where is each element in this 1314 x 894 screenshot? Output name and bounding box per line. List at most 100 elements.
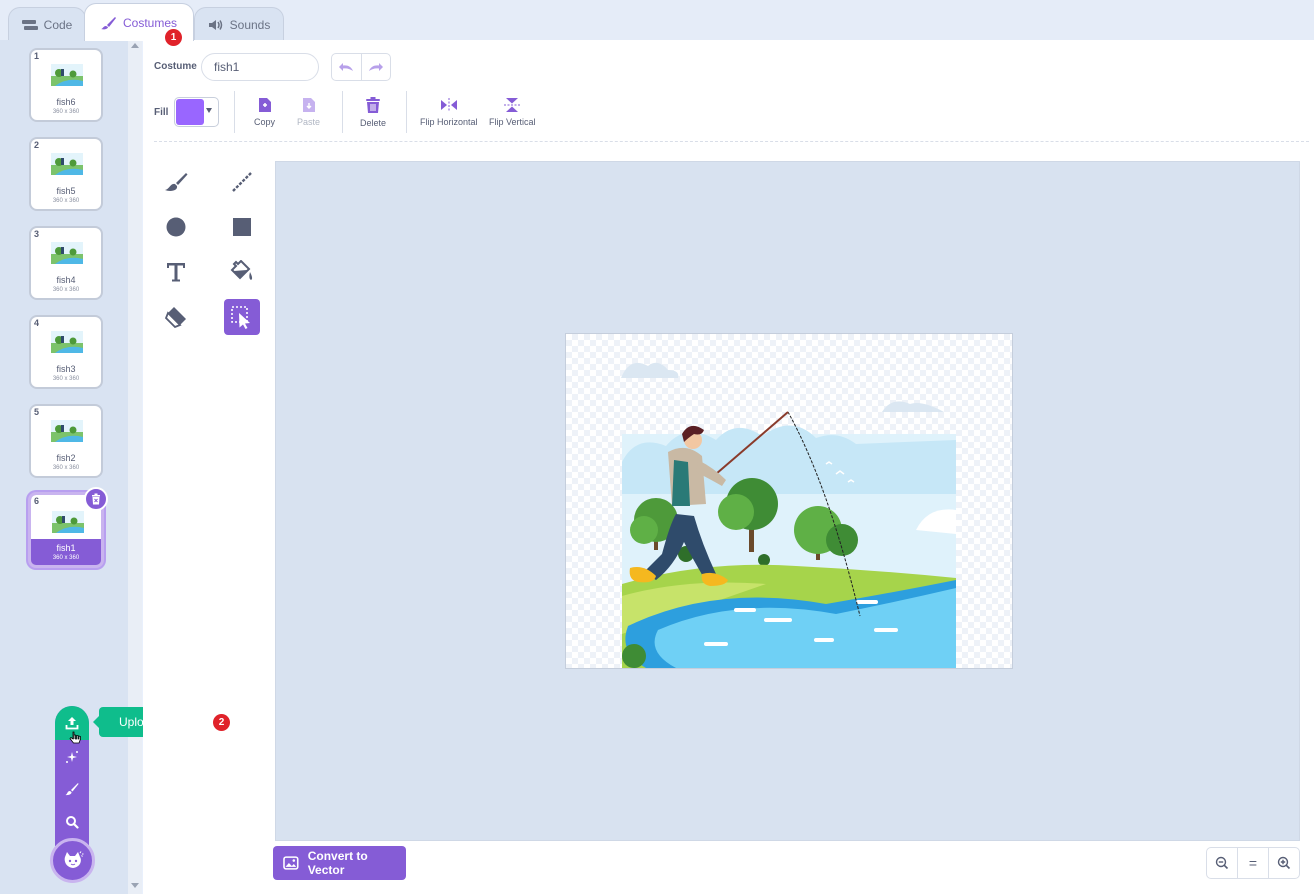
flip-horizontal-icon bbox=[440, 98, 457, 112]
flip-horizontal-label: Flip Horizontal bbox=[420, 117, 478, 127]
costume-item-1[interactable]: 1 fish6 360 x 360 bbox=[29, 48, 103, 122]
costume-name-input[interactable]: fish1 bbox=[201, 53, 319, 81]
undo-icon bbox=[339, 63, 354, 71]
redo-button[interactable] bbox=[360, 54, 391, 80]
convert-to-vector-label: Convert to Vector bbox=[307, 849, 368, 877]
costume-name: fish2 bbox=[56, 453, 76, 463]
costume-thumbnail bbox=[51, 242, 83, 264]
costume-name: fish3 bbox=[56, 364, 76, 374]
zoom-in-icon bbox=[1277, 856, 1291, 870]
costume-item-3[interactable]: 3 fish4 360 x 360 bbox=[29, 226, 103, 300]
undo-button[interactable] bbox=[332, 54, 361, 80]
costume-name: fish6 bbox=[56, 97, 76, 107]
paint-icon bbox=[65, 783, 79, 796]
fill-color-swatch bbox=[176, 99, 204, 125]
rectangle-icon bbox=[233, 218, 251, 236]
zoom-reset-button[interactable]: = bbox=[1237, 848, 1268, 878]
eraser-tool[interactable] bbox=[158, 299, 194, 335]
flip-vertical-button[interactable]: Flip Vertical bbox=[489, 97, 536, 127]
trash-icon bbox=[366, 97, 380, 113]
costume-number: 4 bbox=[34, 318, 40, 328]
chevron-down-icon bbox=[206, 108, 212, 113]
text-icon bbox=[167, 263, 185, 282]
costume-number: 5 bbox=[34, 407, 40, 417]
costume-thumbnail bbox=[52, 511, 84, 533]
choose-costume-button[interactable] bbox=[55, 807, 89, 837]
undo-redo-group bbox=[331, 53, 391, 81]
zoom-out-button[interactable] bbox=[1207, 848, 1237, 878]
costume-artboard[interactable] bbox=[565, 333, 1013, 669]
costume-list-scrollbar[interactable] bbox=[128, 40, 142, 894]
costume-size: 360 x 360 bbox=[52, 555, 80, 561]
eraser-icon bbox=[164, 307, 186, 328]
line-tool[interactable] bbox=[224, 164, 260, 200]
costume-item-4[interactable]: 4 fish3 360 x 360 bbox=[29, 315, 103, 389]
fill-tool[interactable] bbox=[224, 254, 260, 290]
costume-thumbnail bbox=[51, 420, 83, 442]
hand-cursor-icon bbox=[69, 731, 81, 744]
paste-button[interactable]: Paste bbox=[297, 97, 320, 127]
costume-thumbnail bbox=[51, 331, 83, 353]
surprise-icon bbox=[66, 751, 78, 763]
costume-number: 6 bbox=[34, 496, 40, 506]
rectangle-tool[interactable] bbox=[224, 209, 260, 245]
delete-button[interactable]: Delete bbox=[360, 97, 386, 128]
costume-thumbnail bbox=[51, 64, 83, 86]
zoom-controls: = bbox=[1206, 847, 1300, 879]
cat-icon bbox=[64, 850, 83, 868]
tab-sounds-label: Sounds bbox=[229, 17, 271, 32]
tab-sounds[interactable]: Sounds bbox=[194, 7, 284, 41]
equals-icon: = bbox=[1248, 855, 1258, 871]
copy-button[interactable]: Copy bbox=[254, 97, 275, 127]
paste-icon bbox=[302, 98, 315, 112]
tab-code[interactable]: Code bbox=[8, 7, 86, 41]
add-costume-menu bbox=[55, 706, 89, 846]
brush-tool[interactable] bbox=[158, 164, 194, 200]
flip-vertical-icon bbox=[504, 98, 521, 112]
costume-name: fish4 bbox=[56, 275, 76, 285]
tab-bar: Code Costumes Sounds bbox=[0, 0, 1314, 41]
code-icon bbox=[21, 19, 38, 31]
costume-name: fish1 bbox=[56, 543, 76, 553]
upload-icon bbox=[65, 717, 79, 730]
circle-tool[interactable] bbox=[158, 209, 194, 245]
costume-name: fish5 bbox=[56, 186, 76, 196]
paint-editor: Costume fish1 Fill Copy Paste Delete Fli… bbox=[143, 40, 1314, 894]
paint-costume-button[interactable] bbox=[55, 774, 89, 804]
copy-icon bbox=[258, 98, 271, 112]
delete-costume-button[interactable] bbox=[84, 487, 108, 511]
trash-icon bbox=[92, 493, 100, 505]
convert-to-vector-button[interactable]: Convert to Vector bbox=[273, 846, 406, 880]
flip-horizontal-button[interactable]: Flip Horizontal bbox=[420, 97, 478, 127]
flip-vertical-label: Flip Vertical bbox=[489, 117, 536, 127]
redo-icon bbox=[368, 63, 383, 71]
fisherman-illustration bbox=[621, 362, 956, 668]
paste-label: Paste bbox=[297, 117, 321, 127]
line-icon bbox=[232, 172, 252, 192]
fill-label: Fill bbox=[154, 107, 169, 118]
costume-item-5[interactable]: 5 fish2 360 x 360 bbox=[29, 404, 103, 478]
image-icon bbox=[283, 856, 299, 870]
fill-color-picker[interactable] bbox=[174, 97, 219, 127]
costume-size: 360 x 360 bbox=[52, 287, 80, 293]
brush-icon bbox=[165, 173, 188, 191]
delete-label: Delete bbox=[360, 118, 387, 128]
scroll-up-icon[interactable] bbox=[131, 43, 139, 48]
speaker-icon bbox=[208, 19, 224, 31]
select-tool[interactable] bbox=[224, 299, 260, 335]
costume-label: Costume bbox=[154, 61, 197, 72]
scroll-down-icon[interactable] bbox=[131, 883, 139, 888]
add-costume-main-button[interactable] bbox=[50, 838, 95, 883]
drawing-canvas[interactable] bbox=[275, 161, 1300, 841]
search-icon bbox=[66, 816, 79, 829]
costume-number: 1 bbox=[34, 51, 40, 61]
fill-icon bbox=[230, 260, 253, 280]
costume-thumbnail bbox=[51, 153, 83, 175]
zoom-in-button[interactable] bbox=[1268, 848, 1299, 878]
text-tool[interactable] bbox=[158, 254, 194, 290]
costume-size: 360 x 360 bbox=[52, 198, 80, 204]
costume-item-2[interactable]: 2 fish5 360 x 360 bbox=[29, 137, 103, 211]
step-badge-1: 1 bbox=[165, 29, 182, 46]
costume-size: 360 x 360 bbox=[52, 465, 80, 471]
tab-code-label: Code bbox=[43, 17, 73, 32]
